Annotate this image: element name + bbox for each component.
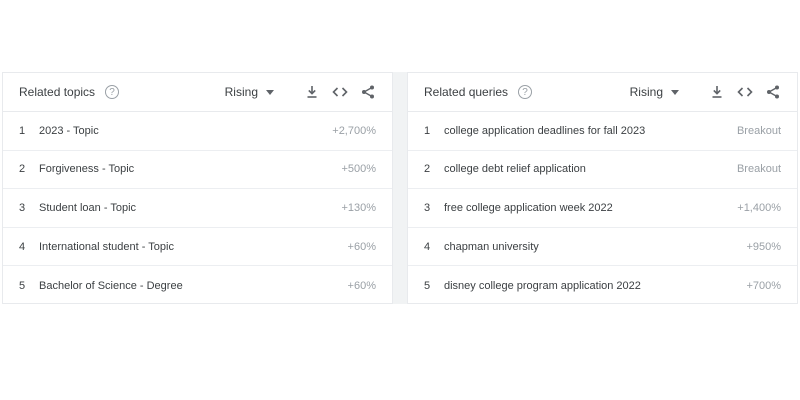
rise-value: Breakout bbox=[736, 163, 781, 176]
rank-number: 3 bbox=[424, 201, 431, 214]
rank-number: 1 bbox=[19, 124, 26, 137]
list-item[interactable]: 4 International student - Topic +60% bbox=[3, 228, 392, 267]
list-item[interactable]: 1 2023 - Topic +2,700% bbox=[3, 112, 392, 151]
rank-number: 1 bbox=[424, 124, 431, 137]
query-label[interactable]: disney college program application 2022 bbox=[444, 280, 641, 292]
related-topics-controls: Rising bbox=[225, 84, 376, 100]
rise-value: +2,700% bbox=[332, 124, 376, 137]
rise-value: +950% bbox=[746, 240, 781, 253]
share-icon[interactable] bbox=[765, 84, 781, 100]
share-icon[interactable] bbox=[360, 84, 376, 100]
rising-dropdown[interactable]: Rising bbox=[630, 85, 663, 99]
list-item[interactable]: 4 chapman university +950% bbox=[408, 228, 797, 267]
related-topics-panel: Related topics ? Rising 1 2023 - Topic +… bbox=[2, 72, 393, 304]
related-topics-header: Related topics ? Rising bbox=[3, 73, 392, 112]
query-label[interactable]: college application deadlines for fall 2… bbox=[444, 125, 645, 137]
list-item[interactable]: 5 disney college program application 202… bbox=[408, 266, 797, 305]
rise-value: +60% bbox=[347, 279, 376, 292]
topic-label[interactable]: Bachelor of Science - Degree bbox=[39, 280, 183, 292]
rise-value: Breakout bbox=[736, 124, 781, 137]
caret-down-icon[interactable] bbox=[671, 89, 679, 95]
rank-number: 2 bbox=[19, 163, 26, 176]
rise-value: +700% bbox=[746, 279, 781, 292]
code-brackets-icon[interactable] bbox=[737, 84, 753, 100]
download-icon[interactable] bbox=[304, 84, 320, 100]
rise-value: +60% bbox=[347, 240, 376, 253]
related-queries-header: Related queries ? Rising bbox=[408, 73, 797, 112]
topic-label[interactable]: International student - Topic bbox=[39, 241, 174, 253]
related-topics-title: Related topics bbox=[19, 85, 96, 99]
rank-number: 2 bbox=[424, 163, 431, 176]
panel-gutter bbox=[393, 72, 407, 304]
query-label[interactable]: chapman university bbox=[444, 241, 539, 253]
list-item[interactable]: 5 Bachelor of Science - Degree +60% bbox=[3, 266, 392, 305]
topic-label[interactable]: Forgiveness - Topic bbox=[39, 163, 134, 175]
rank-number: 4 bbox=[424, 240, 431, 253]
rank-number: 5 bbox=[19, 279, 26, 292]
rise-value: +1,400% bbox=[737, 201, 781, 214]
related-queries-panel: Related queries ? Rising 1 college appli… bbox=[407, 72, 798, 304]
related-queries-controls: Rising bbox=[630, 84, 781, 100]
topic-label[interactable]: Student loan - Topic bbox=[39, 202, 136, 214]
list-item[interactable]: 2 Forgiveness - Topic +500% bbox=[3, 151, 392, 190]
list-item[interactable]: 2 college debt relief application Breako… bbox=[408, 151, 797, 190]
query-label[interactable]: college debt relief application bbox=[444, 163, 586, 175]
help-icon[interactable]: ? bbox=[105, 85, 120, 99]
download-icon[interactable] bbox=[709, 84, 725, 100]
caret-down-icon[interactable] bbox=[266, 89, 274, 95]
code-brackets-icon[interactable] bbox=[332, 84, 348, 100]
rank-number: 3 bbox=[19, 201, 26, 214]
query-label[interactable]: free college application week 2022 bbox=[444, 202, 613, 214]
rank-number: 5 bbox=[424, 279, 431, 292]
rise-value: +500% bbox=[341, 163, 376, 176]
rising-dropdown[interactable]: Rising bbox=[225, 85, 258, 99]
related-topics-list: 1 2023 - Topic +2,700% 2 Forgiveness - T… bbox=[3, 112, 392, 305]
help-icon[interactable]: ? bbox=[518, 85, 533, 99]
list-item[interactable]: 3 free college application week 2022 +1,… bbox=[408, 189, 797, 228]
related-queries-title: Related queries bbox=[424, 85, 509, 99]
list-item[interactable]: 3 Student loan - Topic +130% bbox=[3, 189, 392, 228]
list-item[interactable]: 1 college application deadlines for fall… bbox=[408, 112, 797, 151]
related-queries-list: 1 college application deadlines for fall… bbox=[408, 112, 797, 305]
topic-label[interactable]: 2023 - Topic bbox=[39, 125, 99, 137]
rise-value: +130% bbox=[341, 201, 376, 214]
rank-number: 4 bbox=[19, 240, 26, 253]
